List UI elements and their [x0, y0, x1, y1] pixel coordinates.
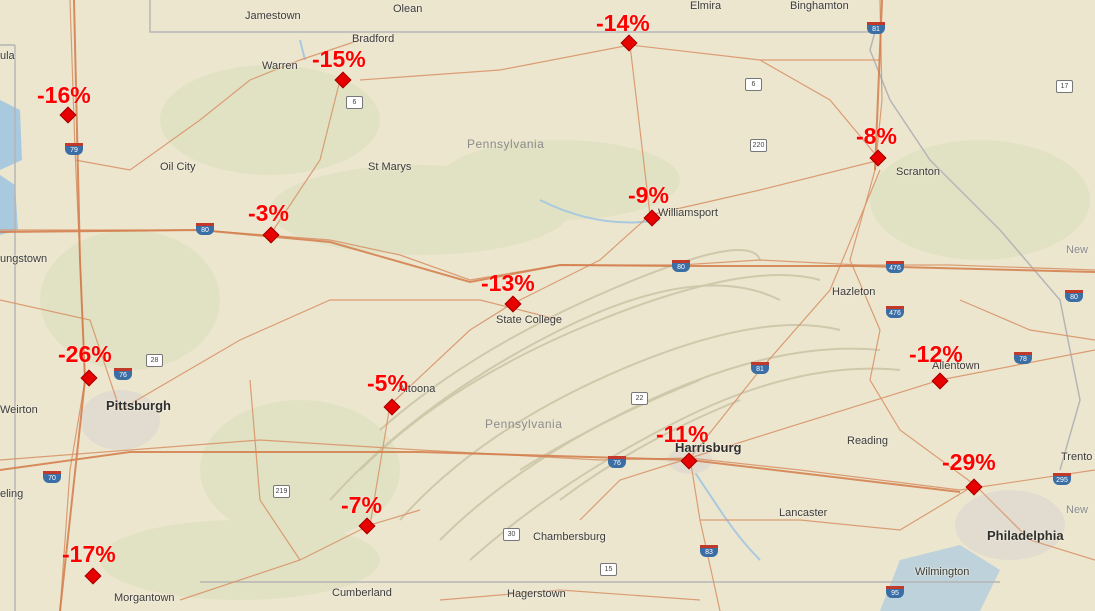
us-route-shield-icon: 30	[503, 528, 520, 541]
state-label: Pennsylvania	[485, 417, 563, 431]
interstate-shield-icon: 83	[700, 545, 718, 557]
measurement-label: -15%	[312, 46, 366, 72]
city-label: Reading	[847, 435, 888, 447]
us-route-shield-icon: 15	[600, 563, 617, 576]
measurement-label: -14%	[596, 10, 650, 36]
interstate-shield-icon: 476	[886, 306, 904, 318]
us-route-shield-icon: 6	[745, 78, 762, 91]
city-label: State College	[496, 314, 563, 326]
interstate-shield-icon: 81	[867, 22, 885, 34]
measurement-label: -3%	[248, 200, 289, 226]
measurement-label: -11%	[656, 421, 709, 447]
interstate-shield-icon: 80	[672, 260, 690, 272]
interstate-shield-icon: 76	[608, 456, 626, 468]
city-label: Morgantown	[114, 592, 175, 604]
measurement-label: -29%	[942, 449, 996, 475]
city-label: Hazleton	[832, 286, 876, 298]
measurement-label: -16%	[37, 82, 91, 108]
city-label: Bradford	[352, 33, 395, 45]
measurement-label: -9%	[628, 182, 669, 208]
city-label: ula	[0, 50, 15, 62]
measurement-label: -26%	[58, 341, 112, 367]
interstate-shield-icon: 70	[43, 471, 61, 483]
city-label: Olean	[393, 3, 423, 15]
state-label: Pennsylvania	[467, 137, 545, 151]
interstate-shield-icon: 476	[886, 261, 904, 273]
us-route-shield-icon: 17	[1056, 80, 1073, 93]
city-label: ungstown	[0, 253, 48, 265]
city-label: Trento	[1061, 451, 1093, 463]
city-label: Warren	[262, 60, 298, 72]
city-label: New	[1066, 244, 1089, 256]
interstate-shield-icon: 76	[114, 368, 132, 380]
interstate-shield-icon: 79	[65, 143, 83, 155]
measurement-label: -12%	[909, 341, 963, 367]
measurement-label: -7%	[341, 492, 382, 518]
measurement-label: -8%	[856, 123, 897, 149]
city-label: Pittsburgh	[106, 398, 171, 413]
us-route-shield-icon: 28	[146, 354, 163, 367]
interstate-shield-icon: 78	[1014, 352, 1032, 364]
city-label: New	[1066, 504, 1089, 516]
map-view[interactable]: Pennsylvania Pennsylvania Jamestown Olea…	[0, 0, 1095, 611]
city-label: Scranton	[896, 166, 941, 178]
city-label: Lancaster	[779, 507, 828, 519]
us-route-shield-icon: 22	[631, 392, 648, 405]
measurement-label: -17%	[62, 541, 116, 567]
interstate-shield-icon: 295	[1053, 473, 1071, 485]
interstate-shield-icon: 95	[886, 586, 904, 598]
city-label: Binghamton	[790, 0, 849, 12]
interstate-shield-icon: 80	[1065, 290, 1083, 302]
interstate-shield-icon: 81	[751, 362, 769, 374]
city-label: Cumberland	[332, 587, 392, 599]
basemap	[0, 0, 1095, 611]
city-label: Philadelphia	[987, 528, 1064, 543]
measurement-label: -13%	[481, 270, 535, 296]
city-label: Chambersburg	[533, 531, 606, 543]
us-route-shield-icon: 219	[273, 485, 290, 498]
city-label: Hagerstown	[507, 588, 566, 600]
measurement-label: -5%	[367, 370, 408, 396]
us-route-shield-icon: 6	[346, 96, 363, 109]
city-label: Weirton	[0, 404, 38, 416]
city-label: St Marys	[368, 161, 412, 173]
city-label: Jamestown	[245, 10, 301, 22]
interstate-shield-icon: 80	[196, 223, 214, 235]
us-route-shield-icon: 220	[750, 139, 767, 152]
city-label: eling	[0, 488, 24, 500]
city-label: Elmira	[690, 0, 722, 12]
city-label: Wilmington	[915, 566, 970, 578]
city-label: Oil City	[160, 161, 196, 173]
